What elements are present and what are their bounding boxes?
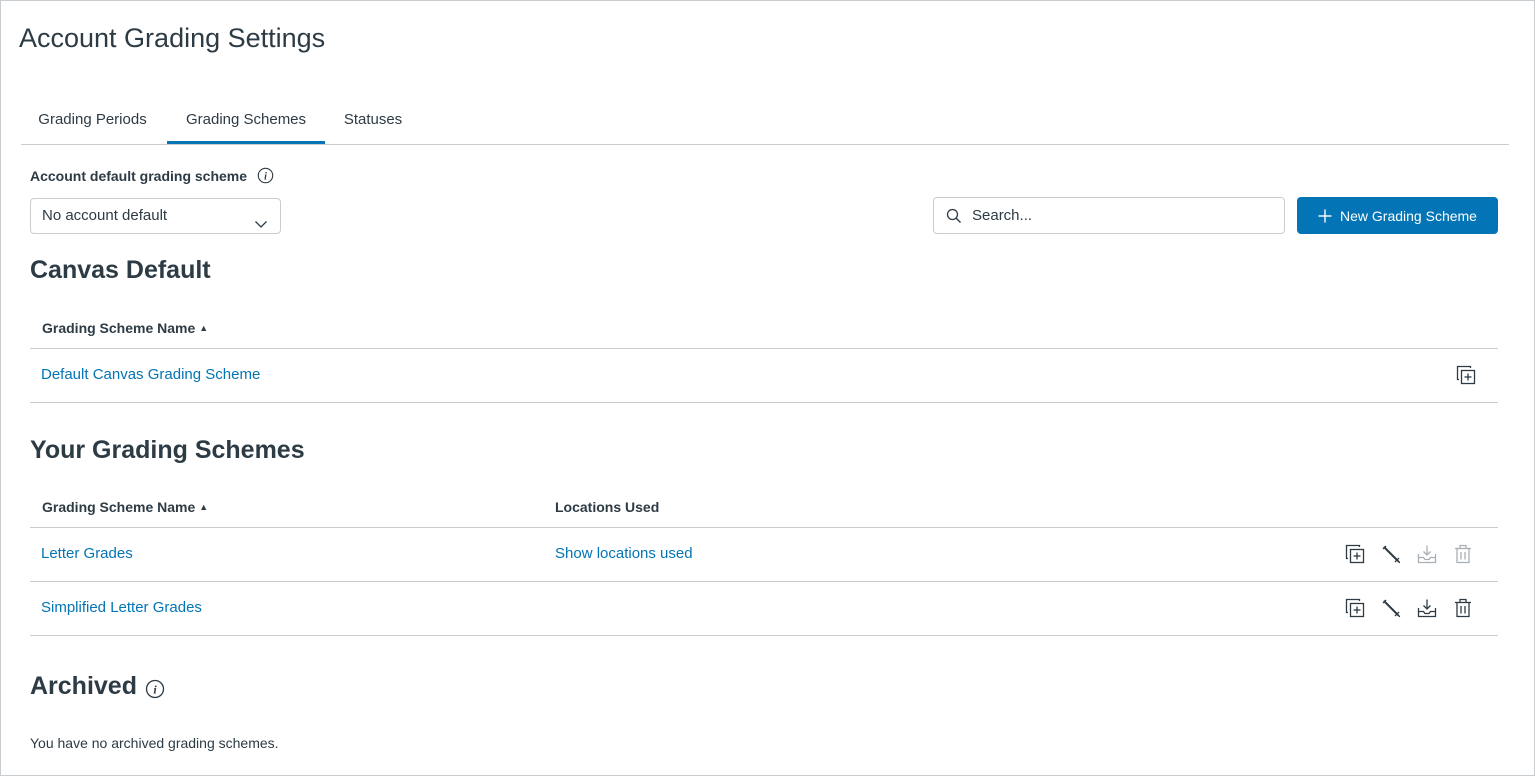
simplified-letter-grades-link[interactable]: Simplified Letter Grades [41,599,202,616]
svg-text:i: i [264,171,267,182]
info-icon[interactable]: i [145,677,165,698]
sort-ascending-icon: ▲ [199,323,209,333]
archived-heading-text: Archived [30,672,137,700]
duplicate-icon[interactable] [1344,543,1366,565]
duplicate-icon[interactable] [1455,364,1477,386]
archive-icon[interactable] [1416,597,1438,619]
show-locations-used-link[interactable]: Show locations used [555,545,693,562]
tab-statuses[interactable]: Statuses [329,101,417,144]
settings-window: Account Grading Settings Grading Periods… [0,0,1535,776]
archived-empty-message: You have no archived grading schemes. [30,735,279,751]
your-schemes-name-column-header[interactable]: Grading Scheme Name ▲ [42,499,208,515]
default-scheme-label: Account default grading scheme i [30,167,274,184]
canvas-default-row-actions [1455,364,1477,386]
plus-icon [1318,209,1332,223]
pencil-icon[interactable] [1380,543,1402,565]
sort-ascending-icon: ▲ [199,502,209,512]
tab-bar: Grading Periods Grading Schemes Statuses [21,101,1509,145]
letter-grades-link[interactable]: Letter Grades [41,545,133,562]
tab-grading-periods[interactable]: Grading Periods [21,101,164,144]
divider [30,348,1498,349]
new-grading-scheme-button[interactable]: New Grading Scheme [1297,197,1498,234]
locations-used-column-header: Locations Used [555,499,660,515]
your-grading-schemes-heading: Your Grading Schemes [30,436,305,464]
tab-grading-schemes[interactable]: Grading Schemes [167,101,325,144]
default-scheme-select-value: No account default [42,207,168,224]
column-header-text: Grading Scheme Name [42,499,196,515]
archived-heading: Archived i [30,672,165,701]
simplified-letter-grades-row-actions [1344,597,1474,619]
page-title: Account Grading Settings [19,23,326,53]
archive-icon [1416,543,1438,565]
divider [30,581,1498,582]
search-box [933,197,1285,234]
chevron-down-icon [254,210,268,228]
default-canvas-scheme-link[interactable]: Default Canvas Grading Scheme [41,366,260,383]
info-icon[interactable]: i [257,167,274,184]
divider [30,635,1498,636]
default-scheme-select[interactable]: No account default [30,198,281,234]
duplicate-icon[interactable] [1344,597,1366,619]
default-scheme-label-text: Account default grading scheme [30,167,248,184]
search-icon [946,208,962,224]
trash-icon[interactable] [1452,597,1474,619]
trash-icon [1452,543,1474,565]
divider [30,527,1498,528]
new-grading-scheme-label: New Grading Scheme [1340,207,1477,224]
canvas-default-name-column-header[interactable]: Grading Scheme Name ▲ [42,320,208,336]
canvas-default-heading: Canvas Default [30,256,211,284]
svg-text:i: i [153,682,157,696]
column-header-text: Grading Scheme Name [42,320,196,336]
search-input[interactable] [972,198,1272,233]
pencil-icon[interactable] [1380,597,1402,619]
divider [30,402,1498,403]
letter-grades-row-actions [1344,543,1474,565]
